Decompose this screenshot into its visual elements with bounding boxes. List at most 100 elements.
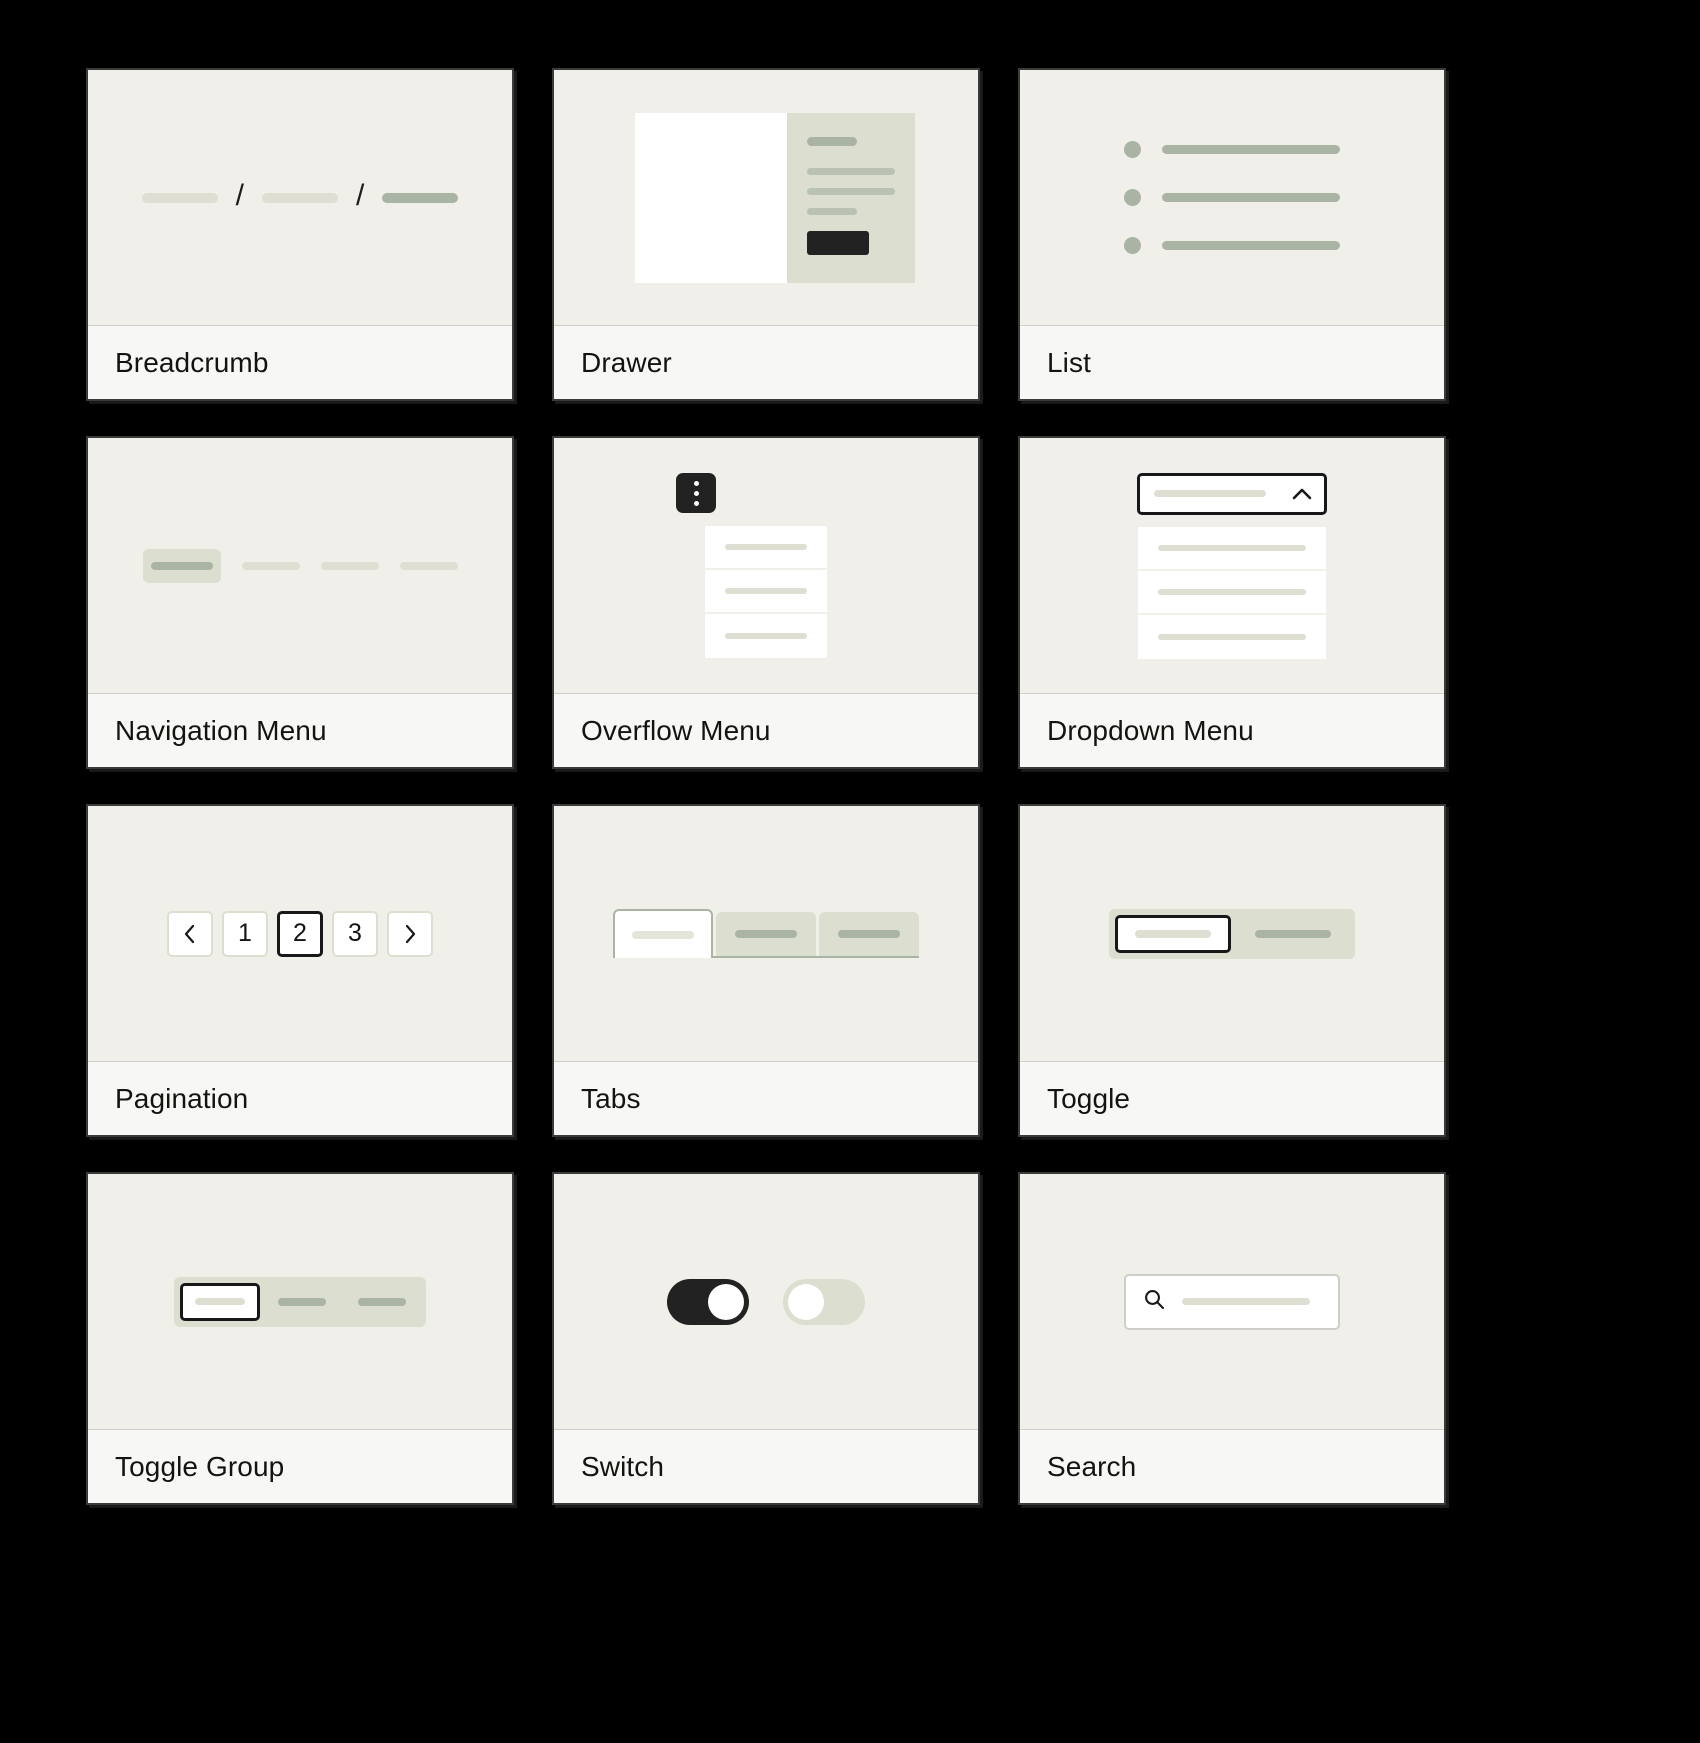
breadcrumb-separator-2: / <box>356 178 365 212</box>
card-pagination[interactable]: 1 2 3 Pagination <box>86 804 514 1137</box>
dropdown-menu-popup <box>1138 526 1326 659</box>
dropdown-menu-item[interactable] <box>1138 615 1326 659</box>
pagination: 1 2 3 <box>167 910 433 957</box>
pagination-page-1[interactable]: 1 <box>222 910 268 957</box>
tab-inactive[interactable] <box>716 912 816 956</box>
list-item[interactable] <box>1124 237 1340 254</box>
list-item-label <box>1162 145 1340 154</box>
pagination-next-button[interactable] <box>387 910 433 957</box>
switch-off[interactable] <box>783 1278 865 1325</box>
dropdown-trigger[interactable] <box>1137 472 1327 515</box>
drawer-action-button[interactable] <box>807 230 869 255</box>
toggle-group-segment-selected[interactable] <box>180 1282 260 1321</box>
list <box>1124 141 1340 254</box>
pagination-page-3[interactable]: 3 <box>332 910 378 957</box>
breadcrumb-item-1[interactable] <box>141 192 218 203</box>
breadcrumb-item-2[interactable] <box>262 192 338 203</box>
card-drawer[interactable]: Drawer <box>552 68 980 401</box>
card-switch[interactable]: Switch <box>552 1172 980 1505</box>
dropdown-selected-value <box>1154 490 1266 497</box>
toggle-group-segment-unselected[interactable] <box>264 1283 340 1321</box>
tab-inactive[interactable] <box>819 912 919 956</box>
drawer-panel-item-1[interactable] <box>807 167 895 175</box>
card-label-switch: Switch <box>554 1429 978 1503</box>
toggle-group-segment-unselected[interactable] <box>344 1283 420 1321</box>
card-label-list: List <box>1020 325 1444 399</box>
card-label-overflow-menu: Overflow Menu <box>554 693 978 767</box>
nav-item[interactable] <box>399 561 458 570</box>
pagination-prev-button[interactable] <box>167 910 213 957</box>
overflow-menu-popup <box>705 526 827 658</box>
card-label-toggle: Toggle <box>1020 1061 1444 1135</box>
card-label-breadcrumb: Breadcrumb <box>88 325 512 399</box>
toggle-group-illustration <box>88 1174 512 1429</box>
tabs <box>613 909 919 958</box>
breadcrumb-separator-1: / <box>235 178 244 212</box>
card-title: Tabs <box>581 1082 641 1114</box>
toggle-segment-unselected[interactable] <box>1237 915 1349 953</box>
nav-item-active[interactable] <box>142 548 221 583</box>
toggle <box>1109 908 1355 959</box>
pagination-page-label: 1 <box>238 919 252 947</box>
card-search[interactable]: Search <box>1018 1172 1446 1505</box>
breadcrumb-item-current <box>382 192 459 203</box>
drawer-panel-title <box>807 136 857 146</box>
navigation-menu-illustration <box>88 438 512 693</box>
drawer-panel-item-3[interactable] <box>807 207 857 215</box>
card-title: Toggle <box>1047 1082 1131 1114</box>
breadcrumb-illustration: / / <box>88 70 512 325</box>
pagination-page-label: 2 <box>293 919 307 947</box>
dropdown-menu-illustration <box>1020 438 1444 693</box>
overflow-menu-item[interactable] <box>705 614 827 658</box>
card-overflow-menu[interactable]: Overflow Menu <box>552 436 980 769</box>
drawer <box>635 112 915 283</box>
card-title: List <box>1047 346 1091 378</box>
pagination-illustration: 1 2 3 <box>88 806 512 1061</box>
list-item[interactable] <box>1124 141 1340 158</box>
card-breadcrumb[interactable]: / / Breadcrumb <box>86 68 514 401</box>
switch-illustration <box>554 1174 978 1429</box>
dropdown-menu-item[interactable] <box>1138 571 1326 615</box>
drawer-panel-item-2[interactable] <box>807 187 895 195</box>
chevron-left-icon <box>183 924 197 944</box>
card-title: Breadcrumb <box>115 346 269 378</box>
card-toggle-group[interactable]: Toggle Group <box>86 1172 514 1505</box>
tab-active[interactable] <box>613 909 713 958</box>
card-list[interactable]: List <box>1018 68 1446 401</box>
card-label-tabs: Tabs <box>554 1061 978 1135</box>
card-label-search: Search <box>1020 1429 1444 1503</box>
nav-item[interactable] <box>320 561 379 570</box>
search-icon <box>1142 1287 1166 1316</box>
bullet-icon <box>1124 189 1141 206</box>
drawer-panel <box>787 112 915 283</box>
switch-thumb <box>708 1283 744 1320</box>
kebab-icon[interactable] <box>676 473 716 513</box>
card-toggle[interactable]: Toggle <box>1018 804 1446 1137</box>
card-title: Drawer <box>581 346 672 378</box>
card-label-toggle-group: Toggle Group <box>88 1429 512 1503</box>
overflow-menu-item[interactable] <box>705 570 827 614</box>
breadcrumb: / / <box>141 178 459 213</box>
card-dropdown-menu[interactable]: Dropdown Menu <box>1018 436 1446 769</box>
card-navigation-menu[interactable]: Navigation Menu <box>86 436 514 769</box>
card-label-drawer: Drawer <box>554 325 978 399</box>
pagination-page-2-active[interactable]: 2 <box>277 910 323 957</box>
switch-on[interactable] <box>667 1278 749 1325</box>
card-title: Switch <box>581 1450 665 1482</box>
chevron-right-icon <box>403 924 417 944</box>
list-item-label <box>1162 241 1340 250</box>
tabs-illustration <box>554 806 978 1061</box>
card-label-dropdown-menu: Dropdown Menu <box>1020 693 1444 767</box>
overflow-menu-item[interactable] <box>705 526 827 570</box>
chevron-up-icon[interactable] <box>1292 487 1312 500</box>
dropdown-menu <box>1137 472 1327 659</box>
drawer-illustration <box>554 70 978 325</box>
dropdown-menu-item[interactable] <box>1138 527 1326 571</box>
search-field[interactable] <box>1124 1273 1340 1330</box>
list-item[interactable] <box>1124 189 1340 206</box>
toggle-illustration <box>1020 806 1444 1061</box>
card-title: Pagination <box>115 1082 249 1114</box>
toggle-segment-selected[interactable] <box>1115 914 1231 953</box>
nav-item[interactable] <box>241 561 300 570</box>
card-tabs[interactable]: Tabs <box>552 804 980 1137</box>
